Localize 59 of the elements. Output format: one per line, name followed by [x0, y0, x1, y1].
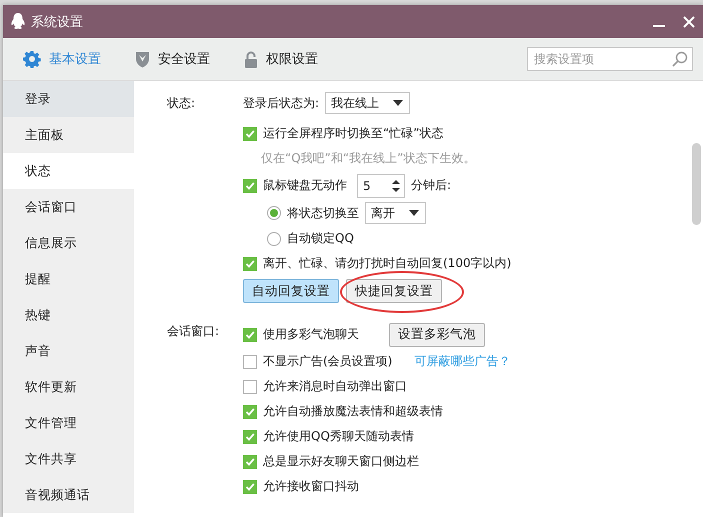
sidebar-item[interactable]: 声音 [3, 333, 134, 369]
checkbox[interactable] [243, 354, 257, 368]
radio-button[interactable] [267, 232, 281, 246]
sidebar-item[interactable]: 会话窗口 [3, 189, 134, 225]
checkbox-label: 不显示广告(会员设置项) [263, 353, 392, 370]
checkbox-label: 运行全屏程序时切换至“忙碌”状态 [263, 125, 444, 142]
lock-icon [244, 50, 258, 68]
checkbox-label: 鼠标键盘无动作 [263, 177, 347, 194]
sidebar-item[interactable]: 热键 [3, 297, 134, 333]
checkbox[interactable] [243, 480, 257, 494]
close-icon[interactable] [683, 16, 695, 28]
checkbox-label: 总是显示好友聊天窗口侧边栏 [263, 453, 419, 470]
penguin-icon [11, 13, 25, 30]
sidebar-item[interactable]: 主面板 [3, 117, 134, 153]
checkbox-label: 允许使用QQ秀聊天随动表情 [263, 428, 414, 445]
status-dropdown[interactable]: 离开 [365, 202, 426, 224]
sidebar-item[interactable]: 文件共享 [3, 441, 134, 477]
checkbox[interactable] [243, 430, 257, 444]
section-label: 状态: [167, 95, 196, 112]
checkbox[interactable] [243, 380, 257, 394]
radio-label: 将状态切换至 [287, 204, 359, 222]
checkbox[interactable] [243, 404, 257, 418]
checkbox-label: 允许自动播放魔法表情和超级表情 [263, 403, 443, 420]
stepper-arrows-icon[interactable] [392, 178, 400, 192]
checkbox[interactable] [243, 328, 257, 342]
minutes-spinner[interactable]: 5 [357, 174, 405, 198]
status-dropdown[interactable]: 我在线上 [325, 92, 410, 114]
scrollbar-thumb[interactable] [692, 143, 701, 225]
window-title: 系统设置 [31, 14, 84, 30]
section-label: 会话窗口: [167, 323, 220, 340]
bubble-settings-button[interactable]: 设置多彩气泡 [389, 322, 485, 346]
checkbox-label: 使用多彩气泡聊天 [263, 326, 359, 343]
hint-text: 仅在“Q我吧”和“我在线上”状态下生效。 [260, 150, 476, 167]
sidebar-item[interactable]: 提醒 [3, 261, 134, 297]
settings-tab[interactable]: 权限设置 [244, 46, 318, 72]
checkbox-label: 离开、忙碌、请勿打扰时自动回复(100字以内) [263, 255, 512, 272]
field-label: 分钟后: [411, 177, 452, 194]
reply-settings-button[interactable]: 快捷回复设置 [346, 279, 442, 303]
checkbox-label: 允许接收窗口抖动 [263, 478, 359, 495]
sidebar-item[interactable]: 登录 [3, 81, 134, 117]
reply-settings-button[interactable]: 自动回复设置 [243, 279, 339, 303]
radio-label: 自动锁定QQ [287, 230, 354, 247]
search-icon[interactable] [672, 51, 688, 67]
checkbox-label: 允许来消息时自动弹出窗口 [263, 378, 407, 395]
sidebar-item[interactable]: 信息展示 [3, 225, 134, 261]
radio-button[interactable] [267, 206, 281, 220]
search-field[interactable]: 搜索设置项 [527, 47, 693, 71]
sidebar-item[interactable]: 文件管理 [3, 405, 134, 441]
checkbox[interactable] [243, 454, 257, 468]
checkbox[interactable] [243, 178, 257, 192]
gear-icon [23, 50, 41, 68]
field-label: 登录后状态为: [243, 94, 320, 112]
sidebar-item[interactable]: 状态 [3, 153, 134, 189]
checkbox[interactable] [243, 256, 257, 270]
checkbox[interactable] [243, 126, 257, 140]
sidebar-item[interactable]: 软件更新 [3, 369, 134, 405]
sidebar-item[interactable]: 音视频通话 [3, 477, 134, 513]
shield-icon [135, 50, 150, 68]
settings-tab[interactable]: 安全设置 [135, 46, 210, 72]
